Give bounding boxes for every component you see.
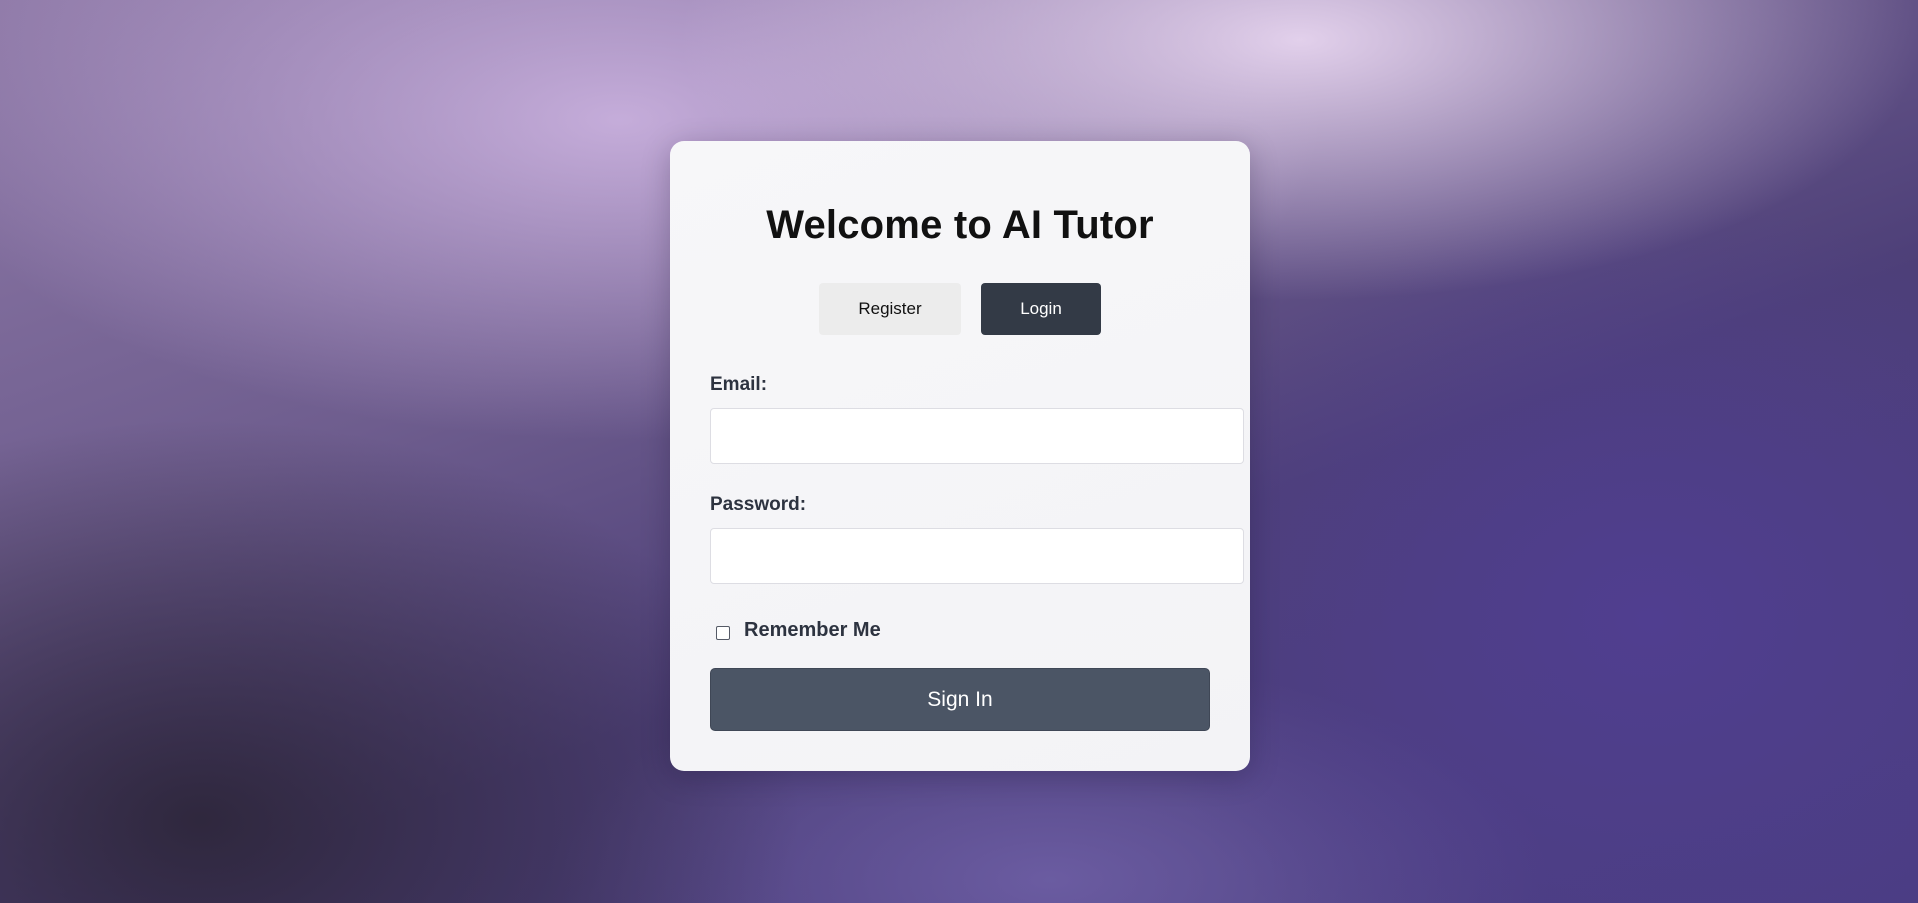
remember-me-checkbox[interactable] bbox=[716, 626, 730, 640]
email-label: Email: bbox=[710, 374, 768, 395]
auth-tabs: Register Login bbox=[670, 283, 1250, 335]
page-title: Welcome to AI Tutor bbox=[766, 203, 1154, 247]
remember-me-row: Remember Me bbox=[710, 615, 881, 645]
login-tab[interactable]: Login bbox=[981, 283, 1101, 335]
sign-in-button[interactable]: Sign In bbox=[710, 668, 1210, 731]
password-input[interactable] bbox=[710, 528, 1244, 584]
login-card: Welcome to AI Tutor Register Login Email… bbox=[670, 141, 1250, 771]
email-input[interactable] bbox=[710, 408, 1244, 464]
register-tab[interactable]: Register bbox=[819, 283, 961, 335]
password-label: Password: bbox=[710, 494, 807, 515]
remember-me-label: Remember Me bbox=[744, 618, 881, 641]
